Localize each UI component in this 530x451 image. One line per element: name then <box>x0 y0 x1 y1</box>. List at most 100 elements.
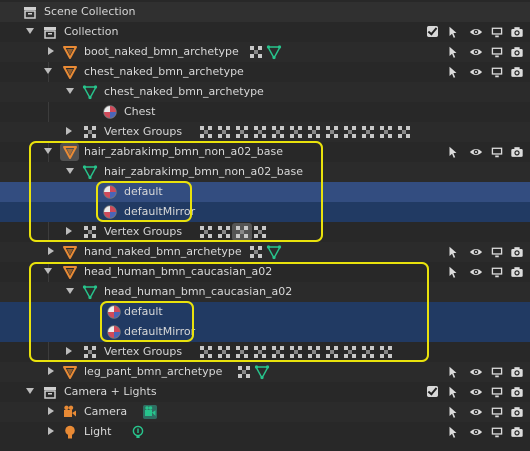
disclosure-collapsed-icon[interactable] <box>48 247 54 255</box>
vertex-group-icon <box>216 344 232 360</box>
disclosure-collapsed-icon[interactable] <box>66 347 72 355</box>
row-label: Camera + Lights <box>64 385 157 398</box>
selectable-toggle-icon[interactable] <box>446 385 460 399</box>
vertex-group-icon <box>342 124 358 140</box>
leg-object-row[interactable]: leg_pant_bmn_archetype <box>0 362 530 382</box>
exclude-checkbox[interactable] <box>427 26 438 37</box>
selectable-toggle-icon[interactable] <box>446 145 460 159</box>
disclosure-collapsed-icon[interactable] <box>48 367 54 375</box>
disclosure-expanded-icon[interactable] <box>66 168 74 174</box>
selectable-toggle-icon[interactable] <box>446 405 460 419</box>
viewport-disable-icon[interactable] <box>490 265 504 279</box>
disclosure-collapsed-icon[interactable] <box>48 427 54 435</box>
disclosure-expanded-icon[interactable] <box>26 388 34 394</box>
hand-object-row[interactable]: hand_naked_bmn_archetype <box>0 242 530 262</box>
hair-material-default-row[interactable]: default <box>0 182 530 202</box>
render-camera-icon[interactable] <box>510 265 524 279</box>
disclosure-expanded-icon[interactable] <box>44 148 52 154</box>
head-vertex-groups-row[interactable]: Vertex Groups <box>0 342 530 362</box>
selectable-toggle-icon[interactable] <box>446 365 460 379</box>
vertex-group-icon <box>252 124 268 140</box>
scene-collection-row[interactable]: Scene Collection <box>0 2 530 22</box>
viewport-disable-icon[interactable] <box>490 45 504 59</box>
head-mesh-row[interactable]: head_human_bmn_caucasian_a02 <box>0 282 530 302</box>
visibility-eye-icon[interactable] <box>469 65 483 79</box>
hair-material-default-mirror-row[interactable]: defaultMirror <box>0 202 530 222</box>
hair-object-row[interactable]: hair_zabrakimp_bmn_non_a02_base <box>0 142 530 162</box>
vertex-group-icon <box>270 124 286 140</box>
row-label: default <box>124 305 163 318</box>
viewport-disable-icon[interactable] <box>490 145 504 159</box>
viewport-disable-icon[interactable] <box>490 405 504 419</box>
render-camera-icon[interactable] <box>510 25 524 39</box>
render-camera-icon[interactable] <box>510 245 524 259</box>
viewport-disable-icon[interactable] <box>490 245 504 259</box>
mesh-data-icon <box>82 284 98 300</box>
camera-object-row[interactable]: Camera <box>0 402 530 422</box>
vertex-group-icon <box>324 344 340 360</box>
disclosure-expanded-icon[interactable] <box>26 28 34 34</box>
visibility-eye-icon[interactable] <box>469 385 483 399</box>
visibility-eye-icon[interactable] <box>469 45 483 59</box>
head-material-default-mirror-row[interactable]: defaultMirror <box>0 322 530 342</box>
viewport-disable-icon[interactable] <box>490 425 504 439</box>
chest-material-row[interactable]: Chest <box>0 102 530 122</box>
disclosure-collapsed-icon[interactable] <box>48 47 54 55</box>
render-camera-icon[interactable] <box>510 145 524 159</box>
light-object-row[interactable]: Light <box>0 422 530 442</box>
selectable-toggle-icon[interactable] <box>446 245 460 259</box>
viewport-disable-icon[interactable] <box>490 385 504 399</box>
selectable-toggle-icon[interactable] <box>446 425 460 439</box>
selectable-toggle-icon[interactable] <box>446 65 460 79</box>
selectable-toggle-icon[interactable] <box>446 45 460 59</box>
row-label: Vertex Groups <box>104 125 183 138</box>
render-camera-icon[interactable] <box>510 385 524 399</box>
row-label: default <box>124 185 163 198</box>
disclosure-expanded-icon[interactable] <box>66 288 74 294</box>
viewport-disable-icon[interactable] <box>490 65 504 79</box>
row-label: head_human_bmn_caucasian_a02 <box>104 285 293 298</box>
visibility-eye-icon[interactable] <box>469 25 483 39</box>
disclosure-expanded-icon[interactable] <box>66 88 74 94</box>
vertex-group-icon <box>234 224 250 240</box>
disclosure-collapsed-icon[interactable] <box>48 407 54 415</box>
mesh-data-icon <box>82 164 98 180</box>
viewport-disable-icon[interactable] <box>490 365 504 379</box>
visibility-eye-icon[interactable] <box>469 365 483 379</box>
row-label: hand_naked_bmn_archetype <box>84 245 242 258</box>
render-camera-icon[interactable] <box>510 65 524 79</box>
visibility-eye-icon[interactable] <box>469 405 483 419</box>
chest-mesh-row[interactable]: chest_naked_bmn_archetype <box>0 82 530 102</box>
disclosure-expanded-icon[interactable] <box>44 68 52 74</box>
camera-lights-collection-row[interactable]: Camera + Lights <box>0 382 530 402</box>
boot-object-row[interactable]: boot_naked_bmn_archetype <box>0 42 530 62</box>
vertex-group-icon <box>216 124 232 140</box>
visibility-eye-icon[interactable] <box>469 265 483 279</box>
render-camera-icon[interactable] <box>510 425 524 439</box>
hair-mesh-row[interactable]: hair_zabrakimp_bmn_non_a02_base <box>0 162 530 182</box>
visibility-eye-icon[interactable] <box>469 145 483 159</box>
outliner-panel: Scene Collection Collection boot_naked_bmn… <box>0 0 530 451</box>
disclosure-expanded-icon[interactable] <box>44 268 52 274</box>
selectable-toggle-icon[interactable] <box>446 25 460 39</box>
chest-vertex-groups-row[interactable]: Vertex Groups <box>0 122 530 142</box>
chest-object-row[interactable]: chest_naked_bmn_archetype <box>0 62 530 82</box>
visibility-eye-icon[interactable] <box>469 245 483 259</box>
vertex-group-icon <box>360 124 376 140</box>
render-camera-icon[interactable] <box>510 365 524 379</box>
vertex-group-icon <box>288 344 304 360</box>
render-camera-icon[interactable] <box>510 45 524 59</box>
disclosure-collapsed-icon[interactable] <box>66 127 72 135</box>
viewport-disable-icon[interactable] <box>490 25 504 39</box>
camera-data-icon <box>142 404 158 420</box>
head-material-default-row[interactable]: default <box>0 302 530 322</box>
exclude-checkbox[interactable] <box>427 386 438 397</box>
collection-row[interactable]: Collection <box>0 22 530 42</box>
render-camera-icon[interactable] <box>510 405 524 419</box>
selectable-toggle-icon[interactable] <box>446 265 460 279</box>
material-icon <box>106 304 122 320</box>
disclosure-collapsed-icon[interactable] <box>66 227 72 235</box>
head-object-row[interactable]: head_human_bmn_caucasian_a02 <box>0 262 530 282</box>
visibility-eye-icon[interactable] <box>469 425 483 439</box>
hair-vertex-groups-row[interactable]: Vertex Groups <box>0 222 530 242</box>
